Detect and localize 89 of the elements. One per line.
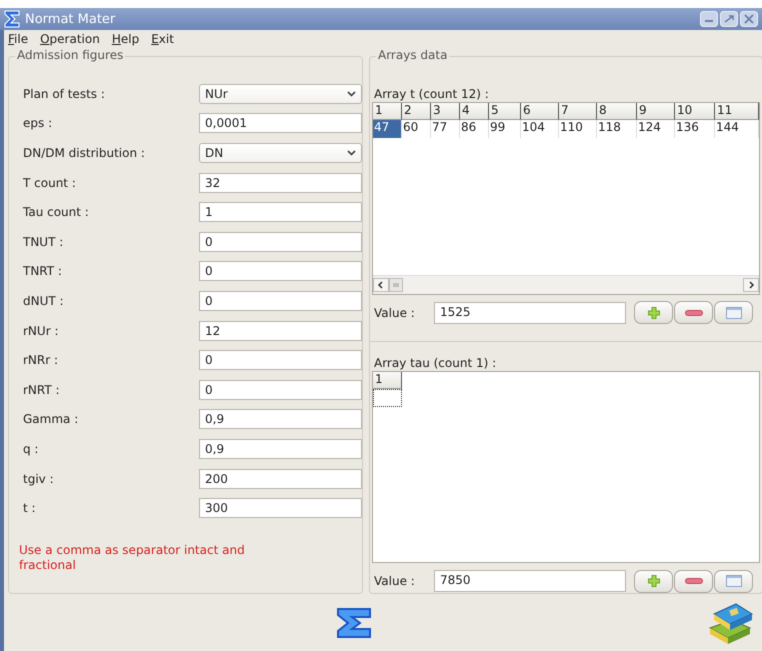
input-field[interactable]: 0 (199, 232, 362, 252)
maximize-button[interactable] (720, 11, 738, 27)
window-title: Normat Mater (25, 12, 116, 26)
column-header[interactable]: 8 (597, 103, 637, 120)
input-field[interactable]: 0,9 (199, 409, 362, 430)
input-field[interactable]: 200 (199, 468, 362, 489)
window-icon (726, 306, 742, 318)
array-title: Array tau (count 1) : (374, 356, 498, 370)
dropdown[interactable]: NUr (199, 84, 362, 104)
column-header[interactable]: 2 (402, 103, 431, 120)
table-cell[interactable]: 47 (373, 120, 402, 138)
table-cell[interactable]: 118 (597, 120, 637, 138)
plus-icon (648, 306, 660, 318)
field-label: TNUT : (22, 234, 64, 249)
field-label: T count : (22, 176, 77, 190)
minimize-button[interactable] (700, 11, 718, 27)
table-cell[interactable]: 124 (637, 120, 675, 138)
input-field[interactable]: 0 (199, 350, 362, 370)
field-label: tgiv : (22, 472, 55, 486)
sigma-icon[interactable] (336, 606, 374, 638)
column-header[interactable]: 1 (373, 103, 402, 120)
value-label: Value : (373, 306, 416, 320)
input-field[interactable]: 0 (199, 380, 362, 400)
value-field[interactable]: 1525 (434, 302, 626, 324)
column-header[interactable]: 4 (460, 103, 489, 120)
table-cell[interactable] (373, 388, 402, 406)
table-button[interactable] (714, 570, 753, 592)
minus-icon (684, 578, 702, 584)
table-cell[interactable]: 86 (460, 120, 489, 138)
scroll-thumb-icon[interactable] (389, 278, 403, 292)
input-field[interactable]: 0,9 (199, 438, 362, 459)
close-button[interactable] (740, 11, 758, 27)
window-icon (726, 575, 742, 587)
input-field[interactable]: 12 (199, 320, 362, 341)
table-cell[interactable]: 144 (715, 120, 759, 138)
field-label: Gamma : (22, 412, 80, 426)
add-button[interactable] (634, 570, 673, 592)
sigma-icon (4, 10, 21, 28)
column-header[interactable]: 11 (715, 103, 759, 120)
group-title: Admission figures (15, 48, 126, 62)
field-label: rNUr : (22, 324, 60, 338)
field-label: TNRT : (22, 264, 63, 278)
column-header[interactable]: 5 (489, 103, 521, 120)
minus-icon (684, 310, 702, 316)
column-header[interactable]: 7 (559, 103, 597, 120)
input-field[interactable]: 0 (199, 261, 362, 282)
value-label: Value : (373, 574, 416, 588)
field-label: rNRT : (22, 382, 61, 397)
caret-icon (347, 150, 356, 156)
table-cell[interactable]: 104 (521, 120, 559, 138)
table-cell[interactable]: 136 (675, 120, 715, 138)
column-header[interactable]: 10 (675, 103, 715, 120)
column-header[interactable]: 3 (431, 103, 460, 120)
group-title: Arrays data (376, 48, 450, 62)
field-label: t : (22, 501, 37, 516)
field-label: rNRr : (22, 353, 60, 368)
table-cell[interactable]: 77 (431, 120, 460, 138)
column-header[interactable]: 1 (373, 372, 402, 388)
menu-item[interactable]: File (8, 32, 36, 46)
input-field[interactable]: 0 (199, 290, 362, 311)
input-field[interactable]: 32 (199, 172, 362, 193)
field-label: dNUT : (22, 294, 65, 308)
column-header[interactable]: 6 (521, 103, 559, 120)
add-button[interactable] (634, 301, 673, 324)
menu-item[interactable]: Exit (151, 32, 182, 46)
menu-item[interactable]: Operation (40, 32, 108, 46)
scrollbar[interactable] (373, 274, 759, 294)
remove-button[interactable] (674, 301, 713, 324)
remove-button[interactable] (674, 570, 713, 592)
table-button[interactable] (714, 301, 753, 324)
input-field[interactable]: 0,0001 (199, 113, 362, 134)
table-cell[interactable]: 99 (489, 120, 521, 138)
table-cell[interactable]: 60 (402, 120, 431, 138)
input-field[interactable]: 1 (199, 202, 362, 222)
dropdown[interactable]: DN (199, 142, 362, 163)
caret-icon (347, 90, 356, 97)
array-title: Array t (count 12) : (374, 87, 490, 101)
input-field[interactable]: 300 (199, 498, 362, 518)
plus-icon (648, 575, 660, 587)
field-label: q : (22, 442, 40, 456)
table-cell[interactable]: 110 (559, 120, 597, 138)
column-header[interactable]: 9 (637, 103, 675, 120)
menu-item[interactable]: Help (112, 32, 148, 46)
value-field[interactable]: 7850 (434, 570, 626, 592)
field-label: DN/DM distribution : (22, 146, 146, 160)
hint-text: Use a comma as separator intact and fractional (18, 542, 246, 573)
field-label: eps : (22, 116, 54, 130)
field-label: Tau count : (22, 205, 90, 220)
field-label: Plan of tests : (22, 86, 106, 101)
